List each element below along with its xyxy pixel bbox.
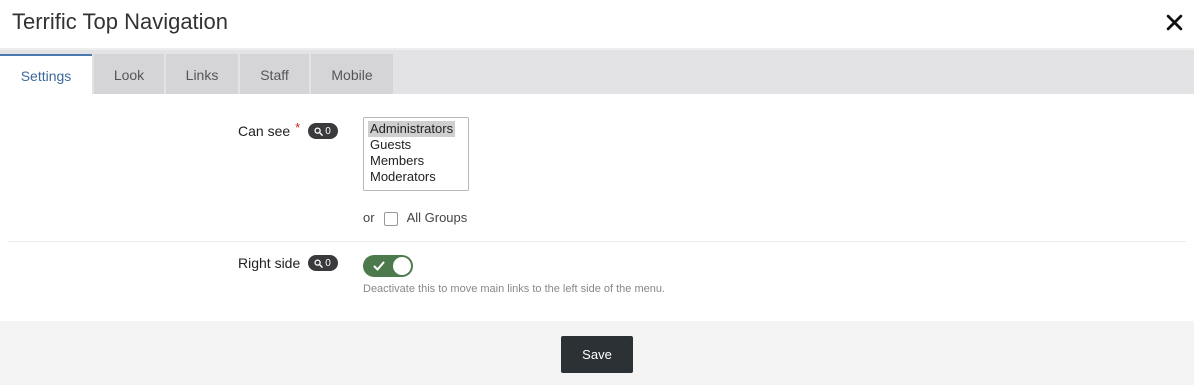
can-see-listbox[interactable]: Administrators Guests Members Moderators: [363, 117, 469, 191]
check-icon: [373, 261, 385, 271]
dialog-header: Terrific Top Navigation: [0, 0, 1194, 48]
tab-staff[interactable]: Staff: [240, 54, 309, 96]
tab-links[interactable]: Links: [166, 54, 238, 96]
listbox-option-moderators[interactable]: Moderators: [368, 169, 438, 185]
dialog-title: Terrific Top Navigation: [12, 9, 229, 34]
all-groups-checkbox[interactable]: [383, 211, 398, 226]
listbox-option-guests[interactable]: Guests: [368, 137, 413, 153]
can-see-badge-count: 0: [325, 125, 331, 137]
tab-look[interactable]: Look: [94, 54, 164, 96]
can-see-label: Can see: [238, 123, 291, 139]
search-icon: [314, 258, 324, 268]
right-side-hint: Deactivate this to move main links to th…: [363, 283, 666, 295]
all-groups-row: or All Groups: [363, 210, 468, 226]
search-icon: [314, 126, 324, 136]
row-divider: [8, 241, 1186, 242]
settings-panel: Can see * 0 Administrators Guests Member…: [0, 94, 1194, 321]
listbox-option-members[interactable]: Members: [368, 153, 426, 169]
dialog-footer: Save: [0, 321, 1194, 385]
right-side-badge-count: 0: [325, 257, 331, 269]
all-groups-label: All Groups: [406, 210, 468, 225]
tab-bar: Settings Look Links Staff Mobile: [0, 48, 1194, 96]
right-side-toggle[interactable]: [363, 255, 413, 277]
right-side-search-badge[interactable]: 0: [308, 255, 338, 271]
close-button[interactable]: [1164, 10, 1184, 34]
can-see-label-row: Can see * 0: [238, 119, 338, 139]
listbox-option-administrators[interactable]: Administrators: [368, 121, 456, 137]
right-side-label-row: Right side 0: [238, 255, 338, 271]
save-button[interactable]: Save: [561, 336, 633, 373]
or-text: or: [363, 210, 375, 225]
right-side-label: Right side: [238, 255, 301, 271]
required-marker: *: [295, 119, 301, 135]
tab-mobile[interactable]: Mobile: [311, 54, 393, 96]
toggle-knob: [393, 257, 411, 275]
close-icon: [1166, 14, 1182, 30]
tab-settings[interactable]: Settings: [0, 54, 92, 96]
can-see-search-badge[interactable]: 0: [308, 123, 338, 139]
